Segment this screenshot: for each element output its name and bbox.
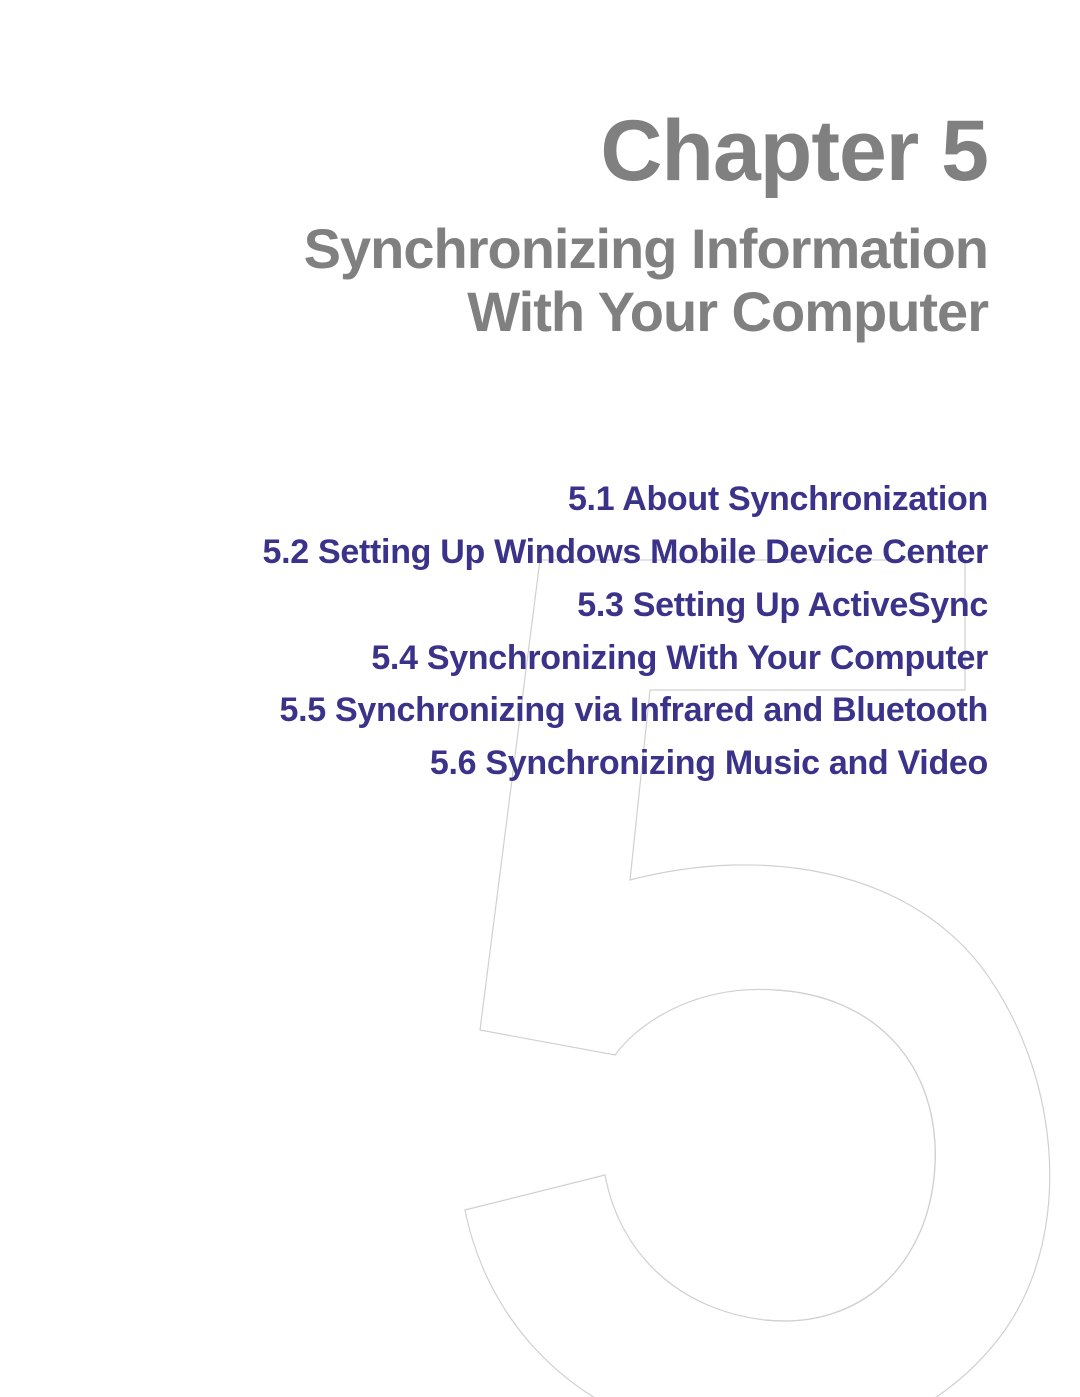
table-of-contents: 5.1 About Synchronization 5.2 Setting Up… bbox=[0, 473, 988, 789]
toc-entry[interactable]: 5.4 Synchronizing With Your Computer bbox=[0, 632, 988, 685]
chapter-label: Chapter 5 bbox=[0, 108, 988, 194]
chapter-title-page: Chapter 5 Synchronizing Information With… bbox=[0, 0, 1080, 1397]
toc-entry[interactable]: 5.1 About Synchronization bbox=[0, 473, 988, 526]
chapter-title-line2: With Your Computer bbox=[467, 280, 988, 343]
toc-entry[interactable]: 5.5 Synchronizing via Infrared and Bluet… bbox=[0, 684, 988, 737]
chapter-title: Synchronizing Information With Your Comp… bbox=[0, 218, 988, 343]
chapter-title-line1: Synchronizing Information bbox=[304, 217, 988, 280]
toc-entry[interactable]: 5.6 Synchronizing Music and Video bbox=[0, 737, 988, 790]
toc-entry[interactable]: 5.3 Setting Up ActiveSync bbox=[0, 579, 988, 632]
toc-entry[interactable]: 5.2 Setting Up Windows Mobile Device Cen… bbox=[0, 526, 988, 579]
